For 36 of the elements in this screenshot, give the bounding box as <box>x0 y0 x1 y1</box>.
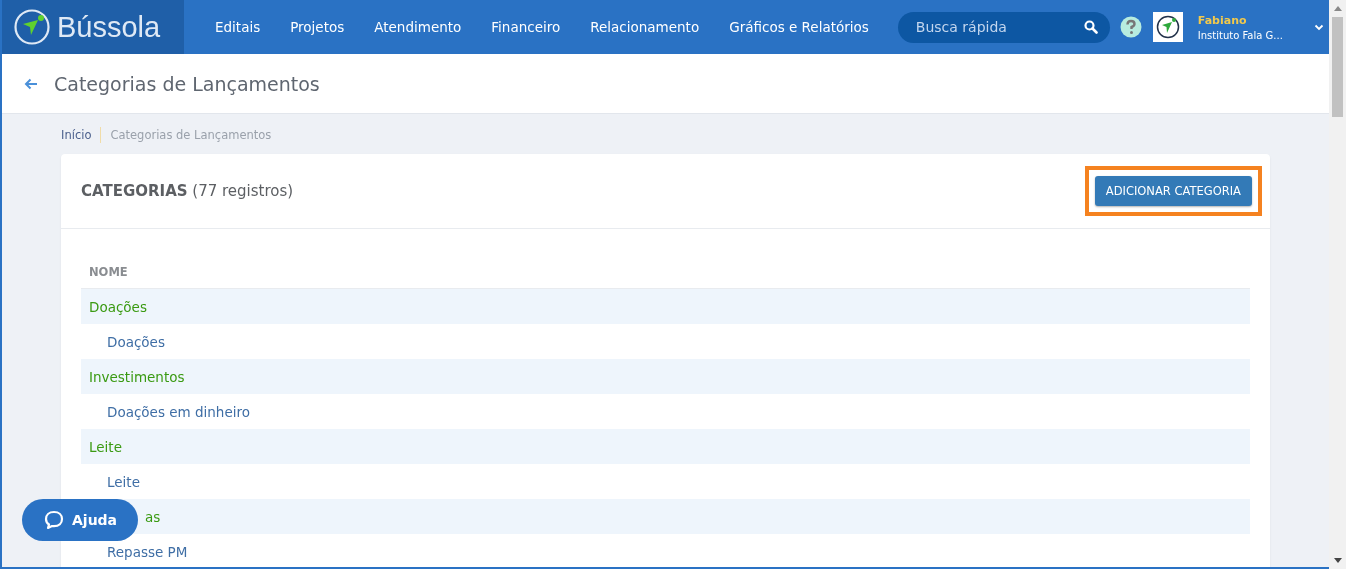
organization-logo[interactable] <box>1152 12 1183 42</box>
add-category-button[interactable]: ADICIONAR CATEGORIA <box>1094 176 1252 206</box>
category-group-name[interactable]: Leite <box>89 438 122 455</box>
nav-link[interactable]: Projetos <box>275 19 360 35</box>
scroll-up-icon[interactable] <box>1333 6 1342 11</box>
category-group-name[interactable]: as <box>145 508 161 525</box>
scrollbar[interactable] <box>1329 0 1346 569</box>
logo-icon <box>1155 15 1180 39</box>
scroll-down-icon[interactable] <box>1333 558 1342 563</box>
chat-bubble-icon <box>44 510 64 530</box>
nav-link[interactable]: Atendimento <box>359 19 477 35</box>
breadcrumb-link[interactable]: Início <box>61 128 92 142</box>
category-group-name[interactable]: Investimentos <box>89 368 185 385</box>
search-field[interactable]: Busca rápida <box>913 18 1084 36</box>
logo-icon <box>13 8 51 46</box>
nav-link[interactable]: Financeiro <box>476 19 576 35</box>
user-name: Fabiano <box>1197 13 1248 27</box>
card-title: CATEGORIAS (77 registros) <box>81 182 294 200</box>
nav-link[interactable]: Editais <box>200 19 276 35</box>
search-box[interactable]: Busca rápida <box>897 11 1110 43</box>
category-name[interactable]: Repasse PM <box>107 543 188 560</box>
page-title: Categorias de Lançamentos <box>54 72 320 95</box>
back-arrow-icon[interactable] <box>24 77 38 90</box>
category-name[interactable]: Doações <box>107 333 165 350</box>
scrollbar-thumb[interactable] <box>1332 17 1343 117</box>
nav-link[interactable]: Relacionamento <box>575 19 715 35</box>
help-icon[interactable] <box>1119 16 1142 38</box>
breadcrumb-current: Categorias de Lançamentos <box>110 128 272 142</box>
category-group-name[interactable]: Doações <box>89 298 147 315</box>
category-name[interactable]: Doações em dinheiro <box>107 403 250 420</box>
category-name[interactable]: Leite <box>107 473 140 490</box>
caret-icon[interactable] <box>1313 23 1324 31</box>
help-button[interactable]: Ajuda <box>22 499 138 541</box>
search-icon[interactable] <box>1083 20 1098 34</box>
organization-name: Instituto Fala G... <box>1197 29 1284 41</box>
nav-link[interactable]: Gráficos e Relatórios <box>714 19 884 35</box>
